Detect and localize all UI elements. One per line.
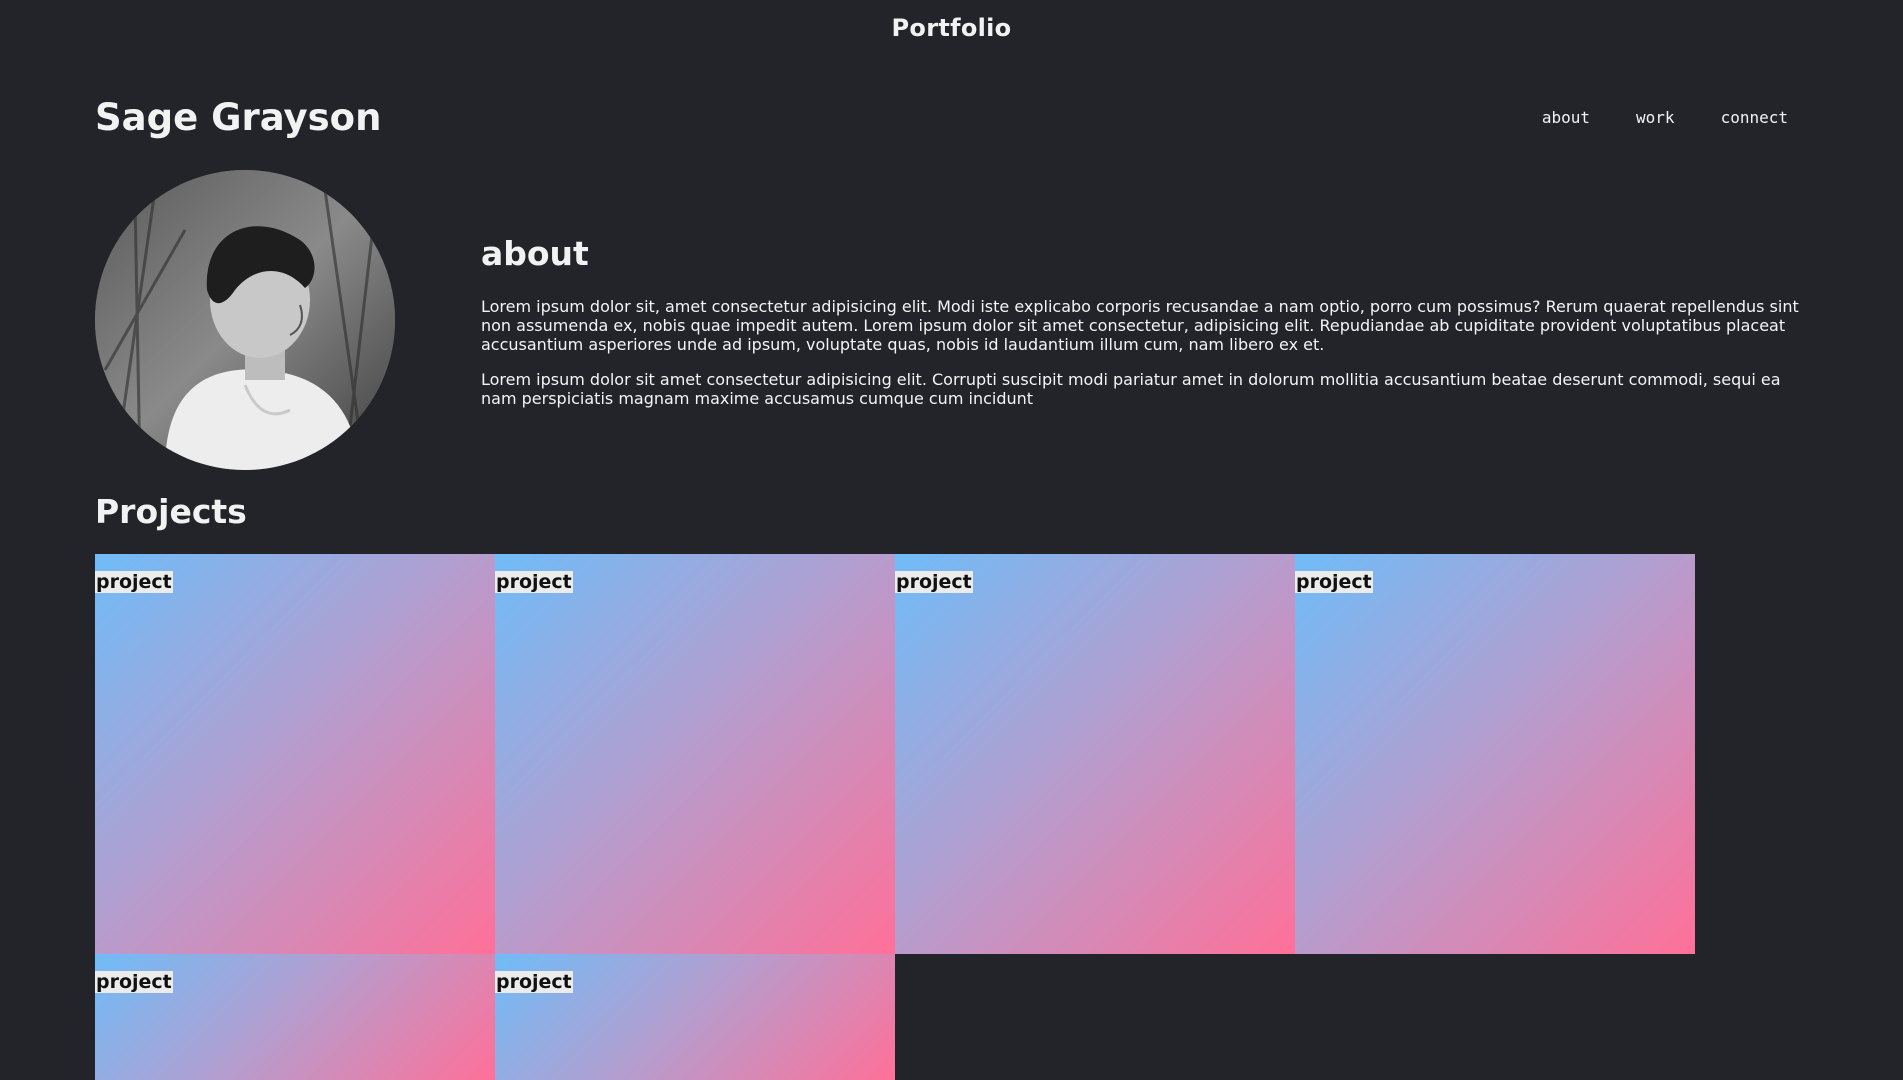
site-name: Sage Grayson — [95, 96, 382, 139]
project-label: project — [495, 971, 573, 993]
nav-link-connect[interactable]: connect — [1721, 108, 1788, 127]
project-card[interactable]: project — [95, 954, 495, 1080]
main-nav: about work connect — [1542, 108, 1788, 127]
project-card[interactable]: project — [95, 554, 495, 954]
nav-link-about[interactable]: about — [1542, 108, 1590, 127]
project-card[interactable]: project — [1295, 554, 1695, 954]
project-card[interactable]: project — [895, 554, 1295, 954]
projects-heading: Projects — [95, 492, 247, 531]
project-label: project — [95, 971, 173, 993]
project-label: project — [495, 571, 573, 593]
about-paragraph: Lorem ipsum dolor sit amet consectetur a… — [481, 370, 1781, 408]
project-card[interactable]: project — [495, 554, 895, 954]
about-section: about Lorem ipsum dolor sit, amet consec… — [481, 234, 1801, 424]
project-label: project — [895, 571, 973, 593]
site-header: Sage Grayson about work connect — [95, 92, 1788, 152]
about-paragraph: Lorem ipsum dolor sit, amet consectetur … — [481, 297, 1799, 354]
project-card[interactable]: project — [495, 954, 895, 1080]
nav-link-work[interactable]: work — [1636, 108, 1675, 127]
window-title: Portfolio — [891, 14, 1012, 42]
project-label: project — [1295, 571, 1373, 593]
about-heading: about — [481, 234, 589, 273]
project-label: project — [95, 571, 173, 593]
profile-photo — [95, 170, 395, 470]
